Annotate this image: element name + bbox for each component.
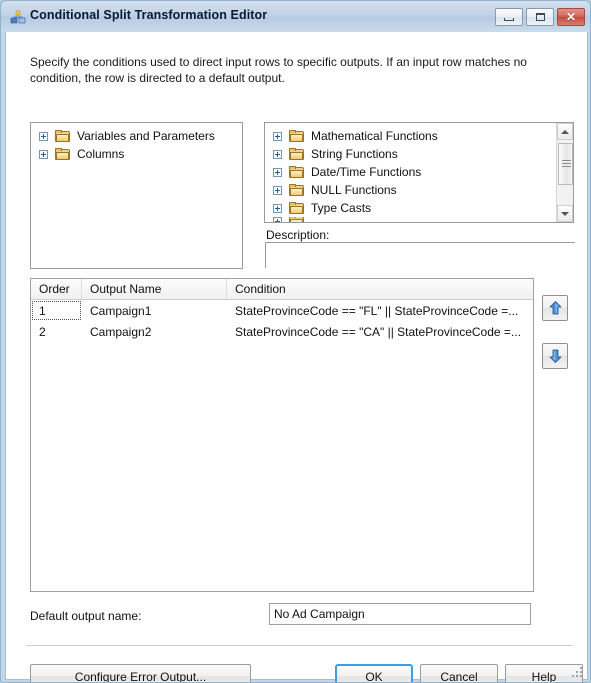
- minimize-button[interactable]: [495, 8, 523, 26]
- window-title: Conditional Split Transformation Editor: [30, 8, 268, 22]
- tree-item-columns[interactable]: Columns: [31, 145, 242, 163]
- tree-item-variables-and-parameters[interactable]: Variables and Parameters: [31, 127, 242, 145]
- dialog-window: Conditional Split Transformation Editor …: [0, 0, 591, 683]
- cell-output-name[interactable]: Campaign1: [82, 300, 227, 321]
- description-label: Description:: [266, 228, 330, 242]
- cell-condition[interactable]: StateProvinceCode == "CA" || StateProvin…: [227, 321, 533, 342]
- tree-item-partial[interactable]: [265, 217, 557, 222]
- tree-item-date-time-functions[interactable]: Date/Time Functions: [265, 163, 557, 181]
- scroll-down-arrow-icon[interactable]: [557, 205, 573, 222]
- default-output-name-box[interactable]: [269, 603, 531, 625]
- tree-item-label: Mathematical Functions: [311, 129, 438, 143]
- footer-divider: [26, 645, 573, 646]
- folder-icon: [289, 147, 305, 161]
- folder-icon: [289, 217, 305, 222]
- description-input[interactable]: [266, 243, 575, 268]
- cancel-button[interactable]: Cancel: [420, 664, 498, 682]
- folder-icon: [289, 201, 305, 215]
- scrollbar-thumb[interactable]: [558, 143, 573, 185]
- plus-icon[interactable]: [273, 185, 282, 195]
- default-output-name-input[interactable]: [270, 604, 530, 624]
- folder-icon: [55, 147, 71, 161]
- tree-item-string-functions[interactable]: String Functions: [265, 145, 557, 163]
- conditions-grid[interactable]: Order Output Name Condition 1 Campaign1 …: [30, 278, 534, 592]
- plus-icon[interactable]: [273, 149, 282, 159]
- table-row[interactable]: 2 Campaign2 StateProvinceCode == "CA" ||…: [31, 321, 533, 342]
- maximize-button[interactable]: [526, 8, 554, 26]
- ok-button[interactable]: OK: [335, 664, 413, 682]
- tree-item-label: Date/Time Functions: [311, 165, 422, 179]
- column-header-condition[interactable]: Condition: [227, 279, 533, 299]
- maximize-icon: [527, 9, 553, 25]
- cell-condition[interactable]: StateProvinceCode == "FL" || StateProvin…: [227, 300, 533, 321]
- tree-item-label: String Functions: [311, 147, 398, 161]
- tree-item-null-functions[interactable]: NULL Functions: [265, 181, 557, 199]
- move-up-arrow-icon: [549, 301, 562, 315]
- plus-icon[interactable]: [273, 217, 282, 222]
- minimize-icon: [496, 9, 522, 25]
- table-row[interactable]: 1 Campaign1 StateProvinceCode == "FL" ||…: [31, 300, 533, 321]
- move-down-arrow-icon: [549, 349, 562, 363]
- plus-icon[interactable]: [273, 203, 282, 213]
- instruction-text: Specify the conditions used to direct in…: [30, 55, 527, 85]
- plus-icon[interactable]: [273, 167, 282, 177]
- folder-icon: [289, 183, 305, 197]
- tree-item-label: Variables and Parameters: [77, 129, 215, 143]
- close-icon: ✕: [565, 10, 577, 24]
- plus-icon[interactable]: [39, 149, 48, 159]
- functions-tree[interactable]: Mathematical Functions String Functions …: [264, 122, 574, 223]
- folder-icon: [289, 129, 305, 143]
- tree-item-type-casts[interactable]: Type Casts: [265, 199, 557, 217]
- tree-item-mathematical-functions[interactable]: Mathematical Functions: [265, 127, 557, 145]
- folder-icon: [289, 165, 305, 179]
- cell-order[interactable]: 2: [31, 321, 82, 342]
- description-box[interactable]: [265, 242, 575, 268]
- close-button[interactable]: ✕: [557, 8, 585, 26]
- variables-columns-tree[interactable]: Variables and Parameters Columns: [30, 122, 243, 269]
- column-header-output-name[interactable]: Output Name: [82, 279, 227, 299]
- title-bar[interactable]: Conditional Split Transformation Editor …: [1, 1, 590, 32]
- tree-item-label: NULL Functions: [311, 183, 397, 197]
- plus-icon[interactable]: [39, 131, 48, 141]
- scrollbar-grip-icon: [562, 160, 571, 167]
- scroll-up-arrow-icon[interactable]: [557, 123, 573, 140]
- move-down-button[interactable]: [542, 343, 568, 369]
- cell-output-name[interactable]: Campaign2: [82, 321, 227, 342]
- plus-icon[interactable]: [273, 131, 282, 141]
- move-up-button[interactable]: [542, 295, 568, 321]
- resize-grip[interactable]: [572, 665, 584, 677]
- dialog-client-area: Specify the conditions used to direct in…: [5, 32, 588, 682]
- cell-order[interactable]: 1: [31, 300, 82, 321]
- default-output-name-label: Default output name:: [30, 609, 142, 623]
- functions-tree-scrollbar[interactable]: [556, 123, 573, 222]
- tree-item-label: Type Casts: [311, 201, 372, 215]
- folder-icon: [55, 129, 71, 143]
- tree-item-label: Columns: [77, 147, 125, 161]
- column-header-order[interactable]: Order: [31, 279, 82, 299]
- conditional-split-icon: [10, 10, 26, 24]
- grid-header-row: Order Output Name Condition: [31, 279, 533, 300]
- configure-error-output-button[interactable]: Configure Error Output...: [30, 664, 251, 682]
